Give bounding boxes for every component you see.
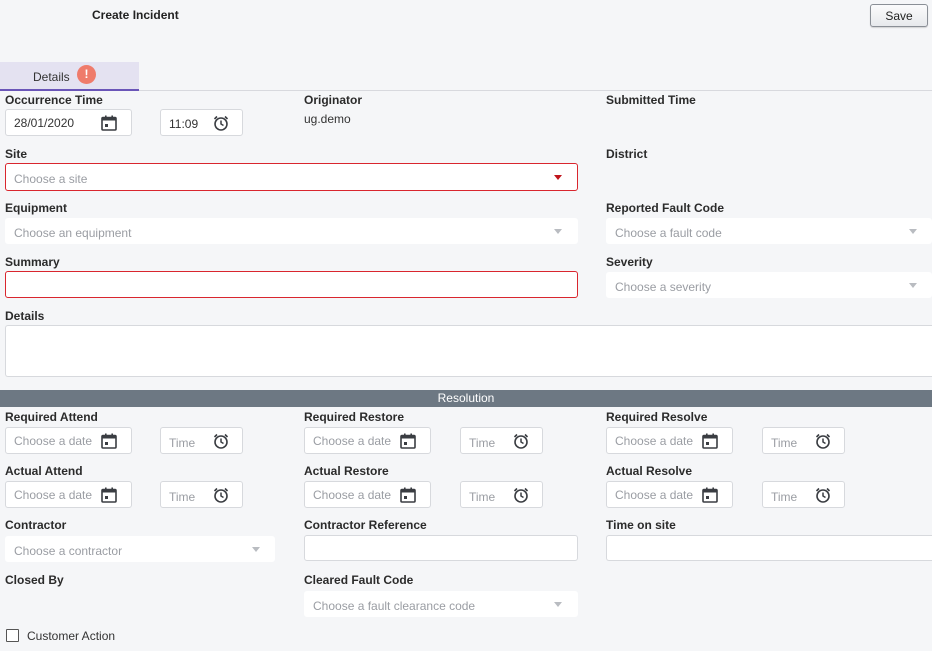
date-placeholder: Choose a date bbox=[14, 434, 93, 448]
originator-value: ug.demo bbox=[304, 112, 351, 126]
page-title: Create Incident bbox=[92, 8, 179, 22]
required-resolve-label: Required Resolve bbox=[606, 410, 708, 424]
reported-fault-code-select[interactable]: Choose a fault code bbox=[606, 218, 932, 244]
tab-divider bbox=[139, 90, 932, 91]
contractor-placeholder: Choose a contractor bbox=[14, 544, 123, 558]
details-textarea[interactable] bbox=[5, 325, 932, 377]
district-label: District bbox=[606, 147, 648, 161]
customer-action-label: Customer Action bbox=[27, 629, 116, 643]
equipment-placeholder: Choose an equipment bbox=[14, 226, 132, 240]
cleared-fault-code-placeholder: Choose a fault clearance code bbox=[313, 599, 476, 613]
occurrence-time-field[interactable]: 11:09 bbox=[160, 109, 243, 136]
chevron-down-icon bbox=[554, 602, 562, 607]
required-resolve-date[interactable]: Choose a date bbox=[606, 427, 733, 454]
site-select[interactable]: Choose a site bbox=[5, 163, 578, 191]
tab-details[interactable]: Details ! bbox=[0, 62, 139, 91]
chevron-down-icon bbox=[554, 175, 562, 180]
resolution-banner: Resolution bbox=[0, 390, 932, 407]
contractor-label: Contractor bbox=[5, 518, 67, 532]
actual-attend-label: Actual Attend bbox=[5, 464, 83, 478]
actual-restore-time[interactable]: Time bbox=[460, 481, 543, 508]
actual-resolve-label: Actual Resolve bbox=[606, 464, 693, 478]
summary-input[interactable] bbox=[5, 271, 578, 298]
time-placeholder: Time bbox=[469, 436, 496, 450]
severity-label: Severity bbox=[606, 255, 653, 269]
calendar-icon[interactable] bbox=[399, 486, 417, 504]
calendar-icon[interactable] bbox=[100, 432, 118, 450]
required-attend-label: Required Attend bbox=[5, 410, 98, 424]
contractor-reference-label: Contractor Reference bbox=[304, 518, 427, 532]
required-restore-date[interactable]: Choose a date bbox=[304, 427, 431, 454]
clock-icon[interactable] bbox=[814, 432, 832, 450]
required-restore-time[interactable]: Time bbox=[460, 427, 543, 454]
site-placeholder: Choose a site bbox=[14, 172, 88, 186]
submitted-time-label: Submitted Time bbox=[606, 93, 696, 107]
time-placeholder: Time bbox=[771, 436, 798, 450]
cleared-fault-code-label: Cleared Fault Code bbox=[304, 573, 414, 587]
chevron-down-icon bbox=[909, 229, 917, 234]
clock-icon[interactable] bbox=[512, 432, 530, 450]
severity-select[interactable]: Choose a severity bbox=[606, 272, 932, 298]
date-placeholder: Choose a date bbox=[615, 488, 694, 502]
actual-restore-label: Actual Restore bbox=[304, 464, 389, 478]
calendar-icon[interactable] bbox=[701, 486, 719, 504]
clock-icon[interactable] bbox=[212, 486, 230, 504]
calendar-icon[interactable] bbox=[701, 432, 719, 450]
site-label: Site bbox=[5, 147, 28, 161]
required-restore-label: Required Restore bbox=[304, 410, 405, 424]
details-label: Details bbox=[5, 309, 45, 323]
clock-icon[interactable] bbox=[512, 486, 530, 504]
date-placeholder: Choose a date bbox=[14, 488, 93, 502]
occurrence-date-field[interactable]: 28/01/2020 bbox=[5, 109, 132, 136]
occurrence-time-label: Occurrence Time bbox=[5, 93, 103, 107]
actual-resolve-time[interactable]: Time bbox=[762, 481, 845, 508]
required-resolve-time[interactable]: Time bbox=[762, 427, 845, 454]
clock-icon[interactable] bbox=[212, 432, 230, 450]
actual-resolve-date[interactable]: Choose a date bbox=[606, 481, 733, 508]
time-placeholder: Time bbox=[771, 490, 798, 504]
alert-icon: ! bbox=[77, 65, 96, 84]
occurrence-time-value: 11:09 bbox=[169, 117, 199, 131]
severity-placeholder: Choose a severity bbox=[615, 280, 712, 294]
contractor-select[interactable]: Choose a contractor bbox=[5, 536, 275, 562]
time-placeholder: Time bbox=[169, 490, 196, 504]
reported-fault-code-label: Reported Fault Code bbox=[606, 201, 725, 215]
customer-action-checkbox[interactable] bbox=[6, 629, 19, 642]
contractor-reference-input[interactable] bbox=[304, 535, 578, 561]
summary-label: Summary bbox=[5, 255, 60, 269]
chevron-down-icon bbox=[252, 547, 260, 552]
calendar-icon[interactable] bbox=[100, 486, 118, 504]
chevron-down-icon bbox=[554, 229, 562, 234]
clock-icon[interactable] bbox=[212, 114, 230, 132]
required-attend-date[interactable]: Choose a date bbox=[5, 427, 132, 454]
actual-attend-time[interactable]: Time bbox=[160, 481, 243, 508]
date-placeholder: Choose a date bbox=[313, 434, 392, 448]
date-placeholder: Choose a date bbox=[313, 488, 392, 502]
equipment-select[interactable]: Choose an equipment bbox=[5, 218, 578, 244]
time-on-site-label: Time on site bbox=[606, 518, 676, 532]
tab-details-label: Details bbox=[33, 70, 70, 84]
date-placeholder: Choose a date bbox=[615, 434, 694, 448]
equipment-label: Equipment bbox=[5, 201, 67, 215]
calendar-icon[interactable] bbox=[399, 432, 417, 450]
time-on-site-input[interactable] bbox=[606, 535, 932, 561]
occurrence-date-value: 28/01/2020 bbox=[14, 116, 75, 130]
calendar-icon[interactable] bbox=[100, 114, 118, 132]
actual-attend-date[interactable]: Choose a date bbox=[5, 481, 132, 508]
clock-icon[interactable] bbox=[814, 486, 832, 504]
time-placeholder: Time bbox=[469, 490, 496, 504]
chevron-down-icon bbox=[909, 283, 917, 288]
save-button[interactable]: Save bbox=[870, 4, 928, 27]
time-placeholder: Time bbox=[169, 436, 196, 450]
required-attend-time[interactable]: Time bbox=[160, 427, 243, 454]
actual-restore-date[interactable]: Choose a date bbox=[304, 481, 431, 508]
originator-label: Originator bbox=[304, 93, 363, 107]
fault-code-placeholder: Choose a fault code bbox=[615, 226, 722, 240]
closed-by-label: Closed By bbox=[5, 573, 64, 587]
cleared-fault-code-select[interactable]: Choose a fault clearance code bbox=[304, 591, 578, 617]
